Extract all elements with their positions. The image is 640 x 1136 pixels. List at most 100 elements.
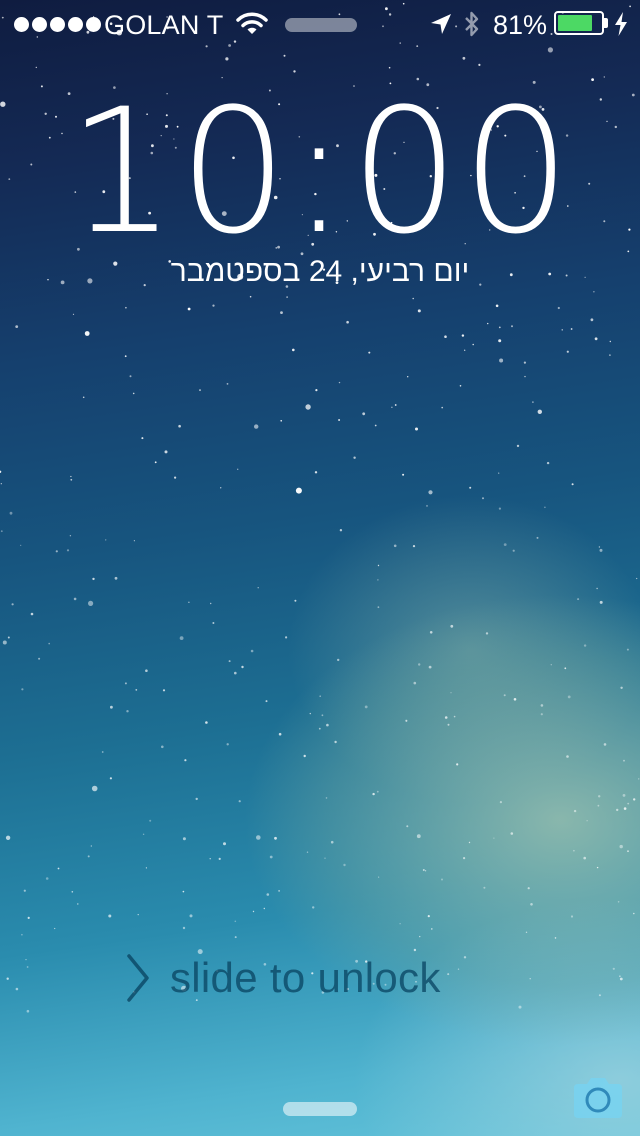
star: [338, 419, 341, 421]
star: [469, 486, 472, 489]
slide-to-unlock[interactable]: slide to unlock: [124, 948, 441, 1008]
star: [464, 349, 466, 351]
star: [250, 649, 254, 653]
star: [616, 808, 619, 812]
star: [339, 529, 343, 532]
status-bar: GOLAN T 81%: [0, 0, 640, 50]
star: [87, 855, 90, 858]
star: [617, 901, 620, 903]
star: [532, 401, 534, 403]
star: [444, 335, 447, 339]
star: [124, 355, 127, 358]
star: [269, 855, 273, 859]
star: [179, 636, 184, 640]
star: [295, 487, 302, 494]
star: [599, 600, 603, 604]
star: [280, 420, 283, 422]
star: [570, 915, 574, 918]
star: [110, 705, 113, 709]
star: [325, 797, 328, 799]
star: [234, 671, 237, 675]
signal-dot: [86, 17, 101, 32]
star: [225, 57, 229, 61]
star: [174, 476, 177, 479]
star: [468, 841, 471, 844]
star: [124, 682, 127, 685]
star: [330, 840, 334, 844]
star: [603, 76, 605, 78]
star: [286, 296, 288, 298]
star: [418, 663, 421, 666]
star: [228, 660, 231, 663]
star: [69, 535, 72, 537]
star: [334, 740, 337, 744]
star: [0, 530, 3, 533]
star: [109, 777, 112, 780]
star: [516, 444, 520, 448]
star: [108, 914, 112, 918]
star: [623, 807, 627, 810]
star: [426, 504, 428, 507]
star: [280, 311, 283, 314]
star: [405, 720, 408, 722]
star: [25, 959, 27, 961]
star: [15, 987, 19, 991]
star: [627, 802, 630, 805]
star: [72, 313, 75, 315]
star: [450, 624, 454, 628]
star: [0, 483, 2, 485]
star: [309, 712, 311, 715]
star: [324, 857, 326, 859]
star: [378, 876, 380, 878]
camera-icon[interactable]: [570, 1076, 626, 1120]
star: [598, 546, 601, 548]
star: [71, 891, 74, 893]
star: [598, 994, 601, 997]
star: [573, 809, 577, 813]
star: [137, 914, 139, 916]
star: [195, 797, 198, 801]
star: [485, 632, 489, 635]
star: [15, 325, 19, 328]
star: [463, 857, 466, 860]
signal-dot: [14, 17, 29, 32]
star: [564, 667, 567, 670]
star: [596, 587, 598, 590]
star: [406, 825, 409, 828]
star: [619, 977, 623, 981]
star: [145, 867, 147, 869]
star: [428, 490, 433, 495]
star: [132, 392, 135, 395]
star: [70, 478, 73, 481]
star: [536, 536, 539, 539]
star: [498, 472, 500, 474]
star: [394, 404, 397, 406]
star: [141, 437, 144, 440]
star: [337, 658, 340, 662]
star: [88, 600, 94, 607]
star: [498, 339, 502, 343]
star: [303, 754, 306, 758]
star: [255, 835, 261, 840]
star: [557, 306, 560, 310]
star: [422, 869, 425, 871]
star: [105, 539, 107, 541]
star: [91, 785, 98, 792]
star: [149, 819, 152, 822]
star: [101, 751, 104, 753]
star: [419, 935, 421, 938]
star: [184, 759, 187, 762]
battery-percentage: 81%: [493, 10, 548, 40]
star: [11, 603, 14, 606]
star: [48, 642, 50, 645]
star: [9, 511, 13, 515]
star: [447, 723, 450, 726]
star: [561, 329, 563, 331]
star: [499, 801, 502, 804]
star: [182, 926, 186, 930]
star: [571, 483, 574, 486]
bluetooth-icon: [465, 11, 479, 37]
star: [66, 549, 70, 552]
star: [483, 886, 486, 889]
control-center-grabber[interactable]: [283, 1102, 357, 1116]
